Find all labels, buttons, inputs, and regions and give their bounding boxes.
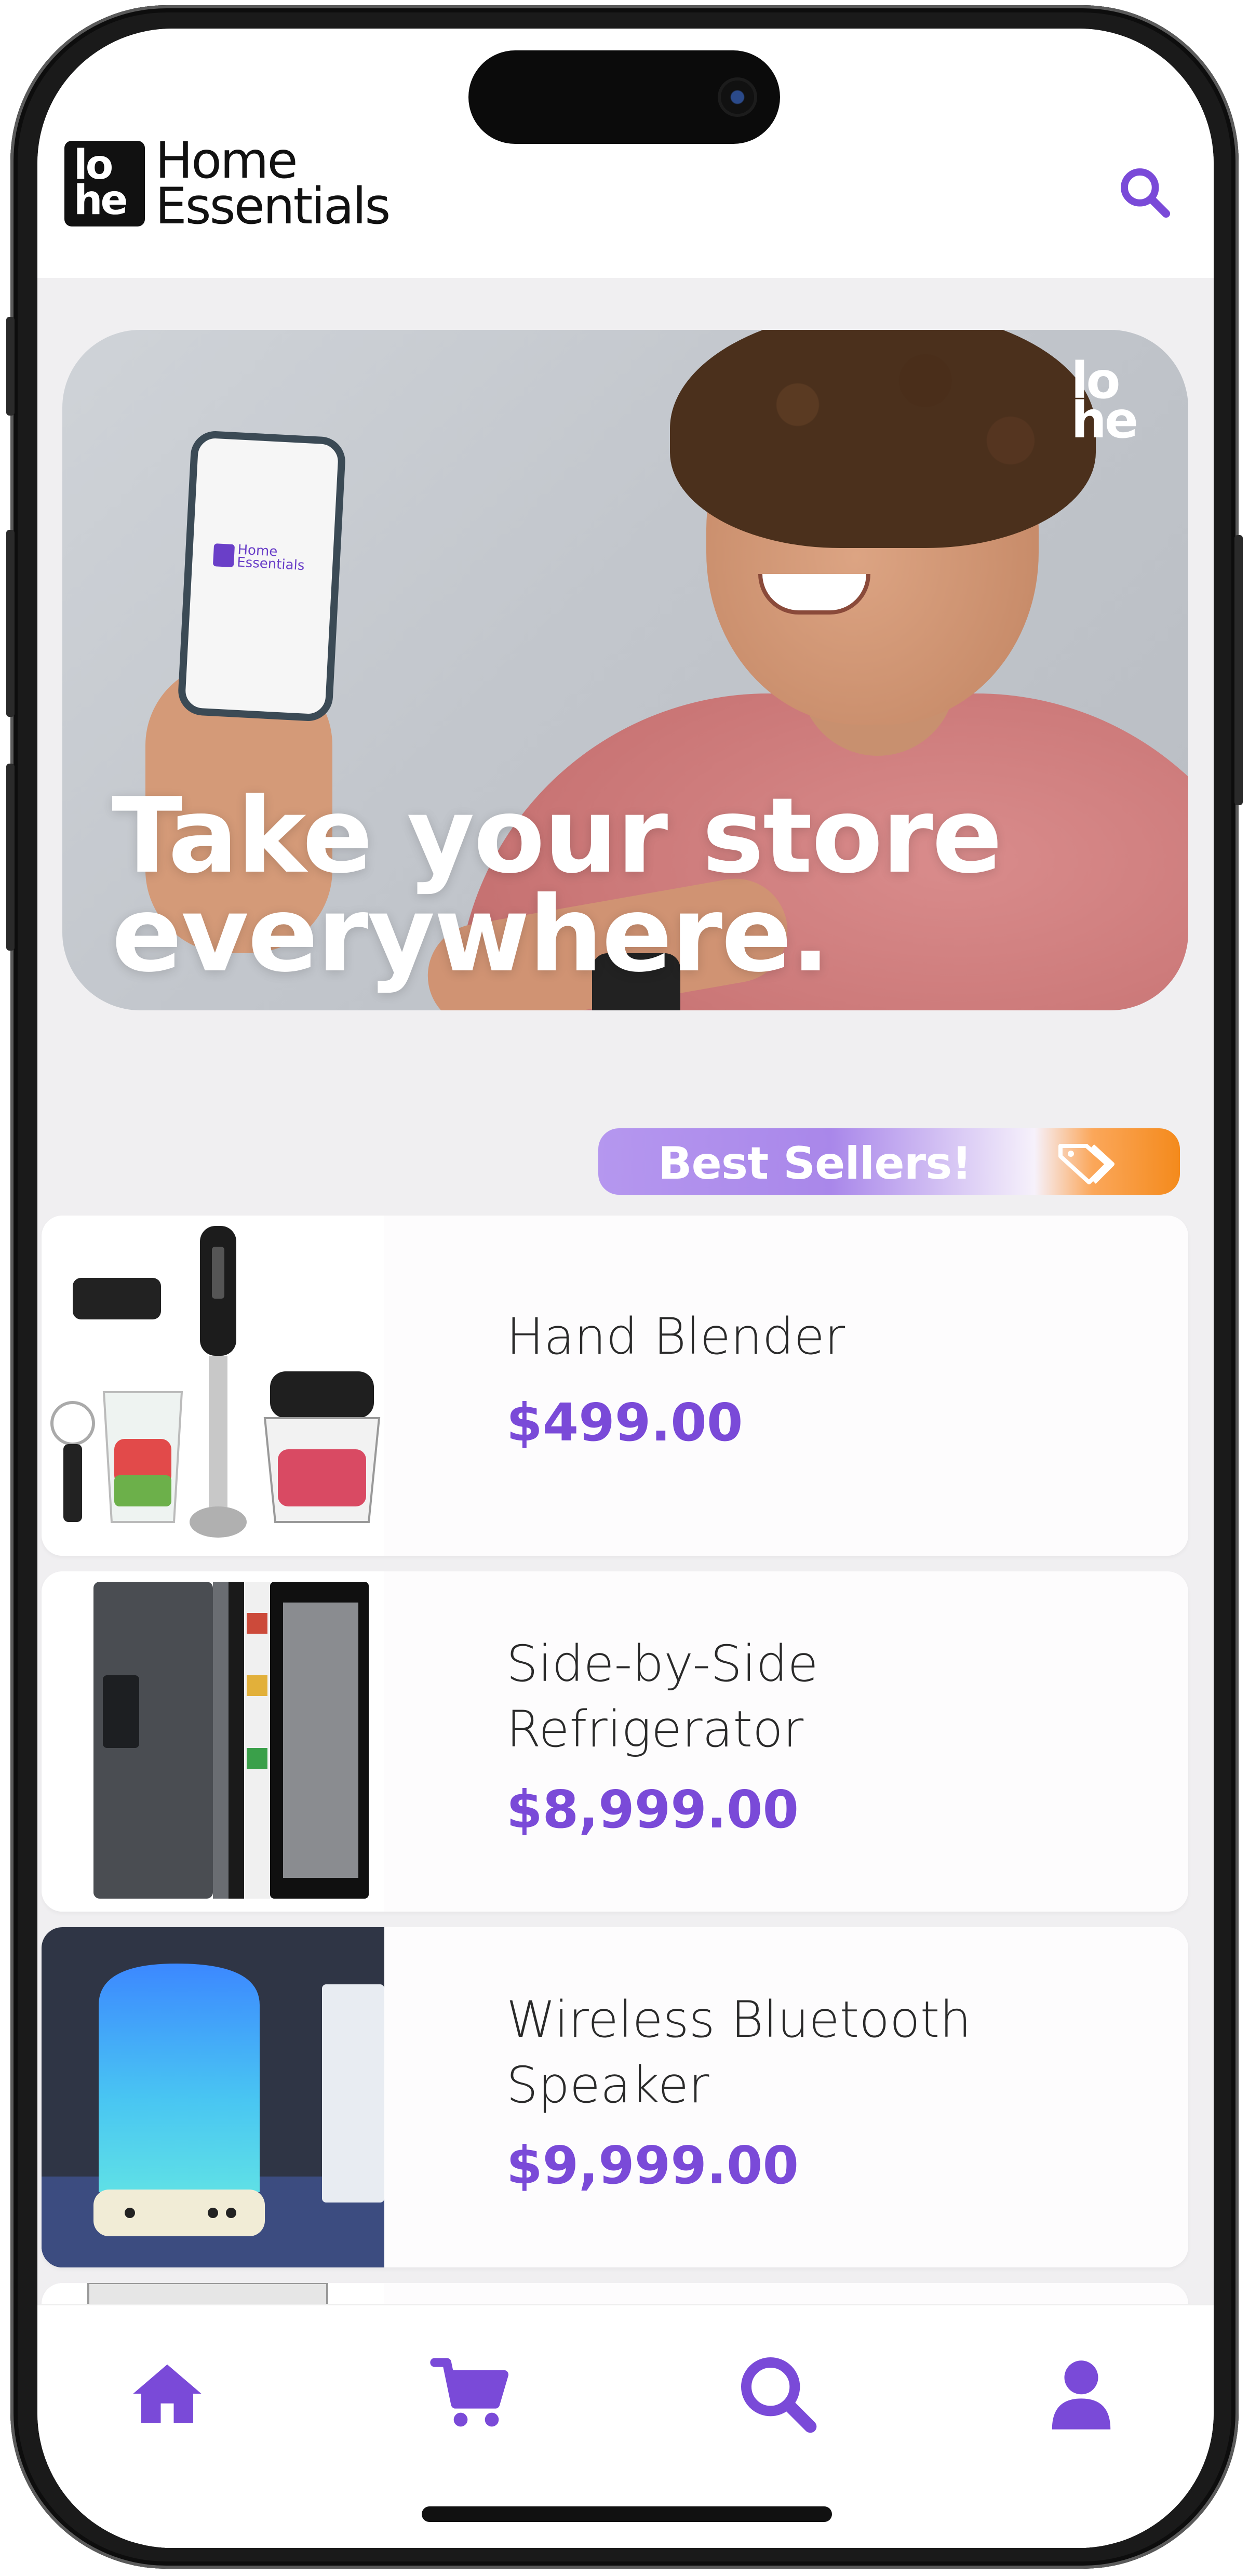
- best-sellers-badge[interactable]: Best Sellers!: [598, 1128, 1180, 1195]
- product-card[interactable]: Wireless Bluetooth Speaker $9,999.00: [42, 1927, 1188, 2267]
- product-image-refrigerator: [42, 1571, 384, 1912]
- hand-blender-illustration: [42, 1216, 384, 1556]
- banner-phone-logo-text: Home Essentials: [236, 542, 305, 574]
- banner-hair: [670, 330, 1096, 548]
- promo-banner[interactable]: Home Essentials lo he Take your store ev…: [62, 330, 1188, 1010]
- logo-mark-bottom: he: [74, 177, 128, 224]
- search-icon: [1121, 168, 1171, 218]
- home-icon: [133, 2364, 202, 2423]
- logo-line-1: Home: [155, 131, 298, 190]
- speaker-illustration: [42, 1927, 384, 2267]
- banner-corner-logo-bottom: he: [1071, 391, 1138, 449]
- banner-headline-line-1: Take your store: [112, 776, 1002, 897]
- cart-icon: [430, 2358, 508, 2427]
- camera-icon: [721, 81, 754, 114]
- banner-corner-logo: lo he: [1071, 356, 1138, 449]
- product-price: $8,999.00: [506, 1779, 799, 1840]
- home-indicator[interactable]: [422, 2506, 832, 2522]
- logo-mark: lo he: [64, 140, 145, 226]
- logo-wordmark: Home Essentials: [155, 131, 391, 235]
- product-image-bluetooth-speaker: [42, 1927, 384, 2267]
- product-name: Hand Blender: [506, 1307, 845, 1366]
- dynamic-island: [468, 50, 780, 144]
- device-stage: lo he Home Essentials Home Essentials lo…: [0, 0, 1249, 2576]
- product-card[interactable]: Hand Blender $499.00: [42, 1216, 1188, 1556]
- action-button: [6, 317, 15, 416]
- banner-headline-line-2: everywhere.: [112, 874, 830, 995]
- nav-home-button[interactable]: [120, 2347, 214, 2440]
- app-screen: lo he Home Essentials Home Essentials lo…: [37, 29, 1214, 2548]
- banner-phone-logo: Home Essentials: [212, 542, 305, 574]
- product-name: Wireless Bluetooth Speaker: [506, 1991, 972, 2114]
- product-name: Side-by-Side Refrigerator: [506, 1635, 818, 1758]
- volume-down-button: [6, 764, 15, 951]
- product-price: $9,999.00: [506, 2135, 799, 2196]
- best-sellers-label: Best Sellers!: [658, 1138, 972, 1190]
- product-price: $499.00: [506, 1392, 743, 1453]
- user-icon: [1052, 2360, 1111, 2430]
- logo-line-2: Essentials: [155, 177, 391, 235]
- product-image-hand-blender: [42, 1216, 384, 1556]
- header-search-button[interactable]: [1111, 158, 1178, 226]
- search-icon: [741, 2357, 817, 2433]
- nav-cart-button[interactable]: [424, 2347, 518, 2440]
- nav-search-button[interactable]: [731, 2347, 824, 2440]
- banner-headline: Take your store everywhere.: [112, 776, 1002, 995]
- product-card[interactable]: Side-by-Side Refrigerator $8,999.00: [42, 1571, 1188, 1912]
- power-button: [1234, 535, 1243, 805]
- banner-phone-logo-line-2: Essentials: [236, 554, 305, 574]
- refrigerator-illustration: [42, 1571, 384, 1912]
- nav-profile-button[interactable]: [1035, 2347, 1128, 2440]
- brand-logo[interactable]: lo he Home Essentials: [64, 131, 391, 235]
- volume-up-button: [6, 530, 15, 717]
- tag-icon: [1058, 1144, 1114, 1184]
- banner-phone-logo-mark: [212, 543, 235, 568]
- banner-phone-image: Home Essentials: [177, 430, 347, 723]
